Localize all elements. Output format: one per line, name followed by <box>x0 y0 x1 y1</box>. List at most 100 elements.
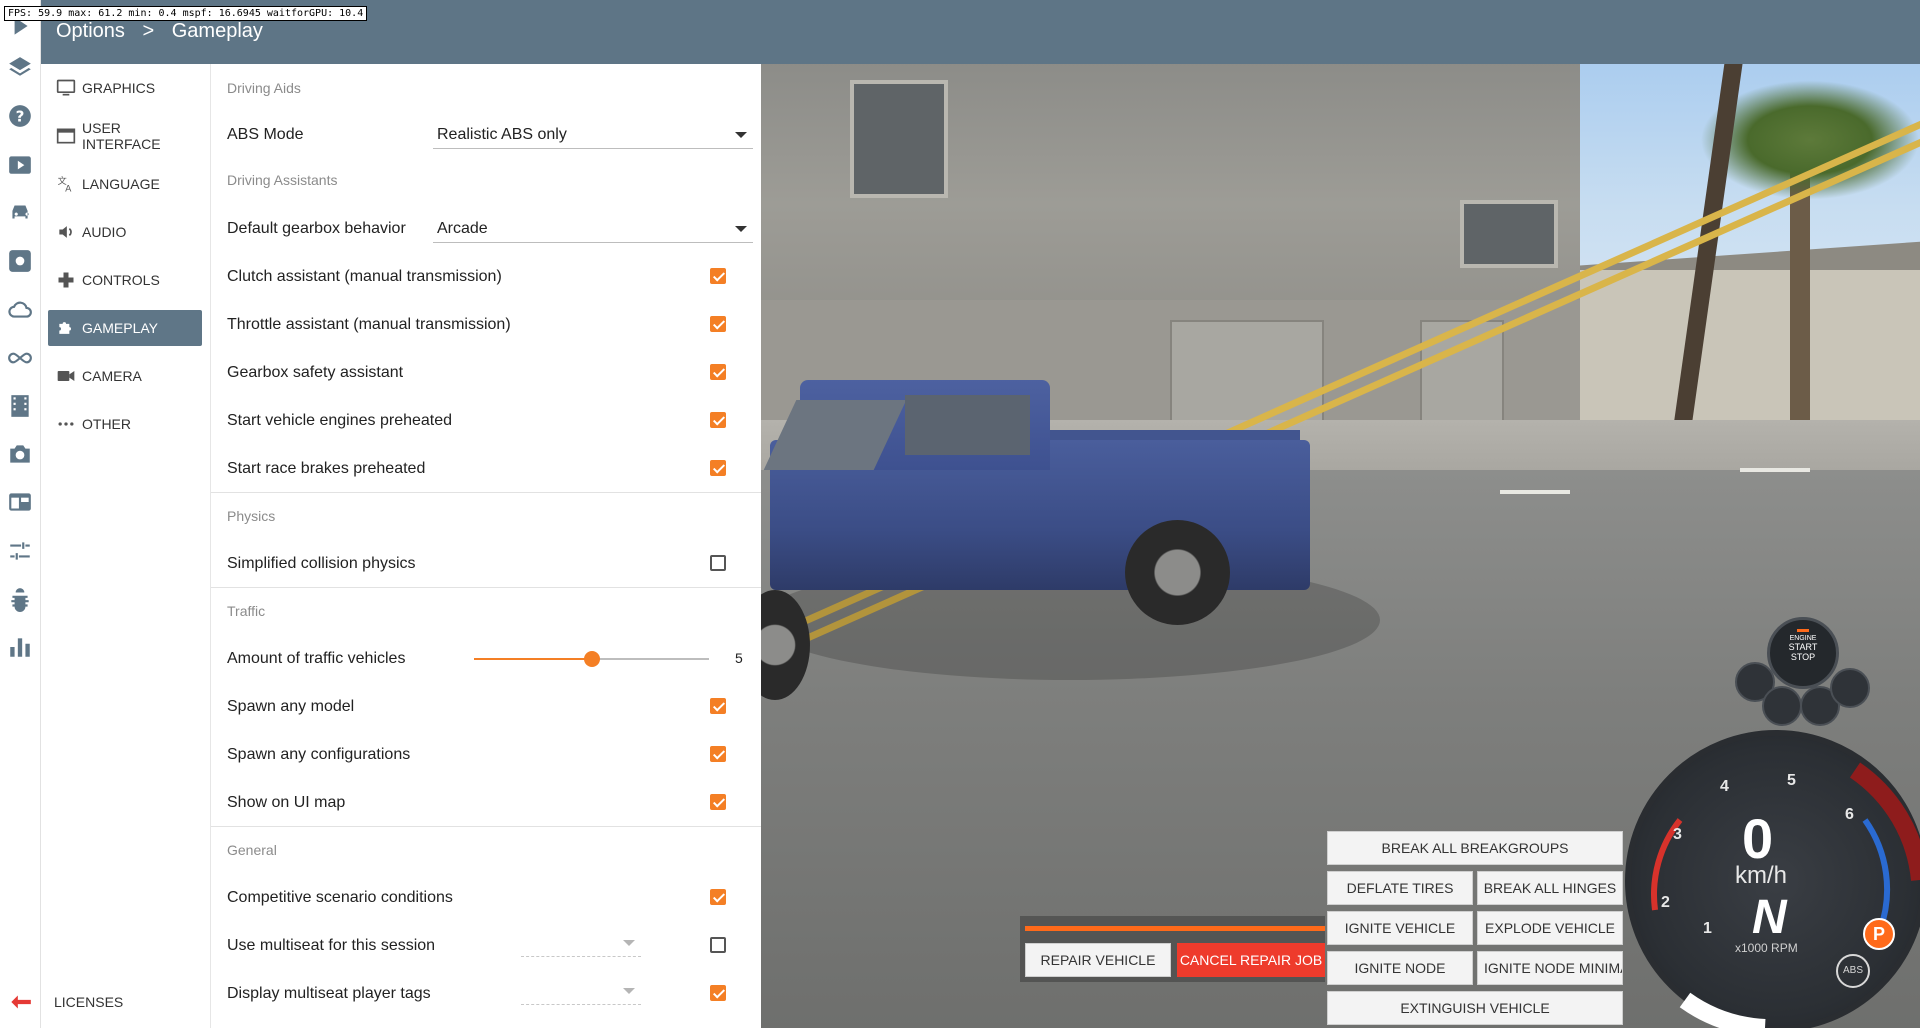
spawn-any-model-label: Spawn any model <box>227 698 355 715</box>
ignite-node-minimal-button[interactable]: IGNITE NODE MINIMA <box>1477 951 1623 985</box>
vehicle-config-icon[interactable] <box>6 247 34 275</box>
speed-unit: km/h <box>1735 862 1788 889</box>
rpm-tick: 1 <box>1703 920 1712 937</box>
brakes-preheated-label: Start race brakes preheated <box>227 460 426 477</box>
throttle-checkbox[interactable] <box>710 316 726 332</box>
puzzle-icon <box>56 318 76 338</box>
clutch-checkbox[interactable] <box>710 268 726 284</box>
engine-start-stop-button[interactable]: ENGINE START STOP <box>1767 617 1839 689</box>
ignite-vehicle-button[interactable]: IGNITE VEHICLE <box>1327 911 1473 945</box>
deflate-tires-button[interactable]: DEFLATE TIRES <box>1327 871 1473 905</box>
gearbox-value: Arcade <box>437 220 488 237</box>
gearbox-safety-label: Gearbox safety assistant <box>227 364 404 381</box>
gear-indicator: N <box>1752 891 1787 944</box>
truck-side-window <box>905 395 1030 455</box>
gearbox-select[interactable]: Arcade <box>433 216 753 243</box>
player-tags-checkbox[interactable] <box>710 985 726 1001</box>
cloud-icon[interactable] <box>6 295 34 323</box>
slider-thumb[interactable] <box>583 651 600 667</box>
competitive-label: Competitive scenario conditions <box>227 889 453 906</box>
layers-icon[interactable] <box>6 54 34 82</box>
svg-text:?: ? <box>16 107 25 125</box>
spawn-any-config-checkbox[interactable] <box>710 746 726 762</box>
slider-fill <box>474 658 592 660</box>
building-window <box>1460 200 1558 268</box>
truck-rear-wheel <box>1125 520 1230 625</box>
section-heading: Driving Assistants <box>227 172 338 188</box>
infinity-icon[interactable] <box>6 344 34 372</box>
breadcrumb-root[interactable]: Options <box>56 20 125 42</box>
simplified-physics-checkbox[interactable] <box>710 555 726 571</box>
breadcrumb-current: Gameplay <box>171 20 263 42</box>
camera-icon[interactable] <box>6 440 34 468</box>
rpm-tick: 3 <box>1673 826 1682 843</box>
nav-item-other[interactable]: OTHER <box>48 406 202 442</box>
chart-icon[interactable] <box>6 633 34 661</box>
brakes-preheated-checkbox[interactable] <box>710 460 726 476</box>
main-menu-rail: ? <box>0 0 41 1028</box>
traffic-amount-label: Amount of traffic vehicles <box>227 650 406 667</box>
building-window <box>850 80 948 198</box>
gearbox-label: Default gearbox behavior <box>227 220 406 237</box>
nav-item-language[interactable]: 文A LANGUAGE <box>48 166 202 202</box>
nav-item-audio[interactable]: AUDIO <box>48 214 202 250</box>
tune-icon[interactable] <box>6 537 34 565</box>
break-all-hinges-button[interactable]: BREAK ALL HINGES <box>1477 871 1623 905</box>
section-heading: Physics <box>227 508 276 524</box>
abs-mode-value: Realistic ABS only <box>437 126 567 143</box>
nav-item-camera[interactable]: CAMERA <box>48 358 202 394</box>
break-all-breakgroups-button[interactable]: BREAK ALL BREAKGROUPS <box>1327 831 1623 865</box>
competitive-checkbox[interactable] <box>710 889 726 905</box>
window-icon <box>56 126 76 146</box>
gameplay-settings-panel: Driving Aids ABS Mode Realistic ABS only… <box>211 64 761 1028</box>
scenario-icon[interactable] <box>6 150 34 178</box>
gamepad-icon <box>56 270 76 290</box>
clutch-label: Clutch assistant (manual transmission) <box>227 268 502 285</box>
nav-item-label: CAMERA <box>82 368 142 384</box>
handbrake-h-icon[interactable] <box>1830 668 1870 708</box>
traffic-amount-value: 5 <box>735 650 743 666</box>
ui-apps-icon[interactable] <box>6 488 34 516</box>
more-dots-icon <box>56 414 76 434</box>
videocam-icon <box>56 366 76 386</box>
engine-label: ENGINE <box>1789 635 1817 642</box>
nav-item-label: CONTROLS <box>82 272 160 288</box>
nav-item-label: OTHER <box>82 416 131 432</box>
lane-marking <box>1740 468 1810 472</box>
section-heading: Traffic <box>227 603 266 619</box>
player-tags-select <box>521 978 641 1005</box>
multiseat-label: Use multiseat for this session <box>227 937 436 954</box>
traffic-amount-slider[interactable] <box>474 651 709 667</box>
show-on-map-label: Show on UI map <box>227 794 346 811</box>
start-label: START <box>1788 642 1818 652</box>
wheel-icon[interactable] <box>1762 686 1802 726</box>
stop-label: STOP <box>1790 652 1816 662</box>
nav-item-gameplay[interactable]: GAMEPLAY <box>48 310 202 346</box>
ignite-node-button[interactable]: IGNITE NODE <box>1327 951 1473 985</box>
spawn-any-model-checkbox[interactable] <box>710 698 726 714</box>
engines-preheated-checkbox[interactable] <box>710 412 726 428</box>
parking-brake-indicator: P <box>1863 918 1895 950</box>
repair-vehicle-button[interactable]: REPAIR VEHICLE <box>1025 943 1171 977</box>
bug-icon[interactable] <box>6 585 34 613</box>
player-tags-label: Display multiseat player tags <box>227 985 431 1002</box>
nav-item-user-interface[interactable]: USER INTERFACE <box>48 118 202 154</box>
gearbox-safety-checkbox[interactable] <box>710 364 726 380</box>
multiseat-checkbox[interactable] <box>710 937 726 953</box>
film-icon[interactable] <box>6 392 34 420</box>
cancel-repair-button[interactable]: CANCEL REPAIR JOB <box>1177 943 1325 977</box>
car-icon[interactable] <box>6 198 34 226</box>
licenses-link[interactable]: LICENSES <box>54 994 123 1010</box>
explode-vehicle-button[interactable]: EXPLODE VEHICLE <box>1477 911 1623 945</box>
nav-item-controls[interactable]: CONTROLS <box>48 262 202 298</box>
section-heading: Driving Aids <box>227 80 301 96</box>
show-on-map-checkbox[interactable] <box>710 794 726 810</box>
extinguish-vehicle-button[interactable]: EXTINGUISH VEHICLE <box>1327 991 1623 1025</box>
back-arrow-icon[interactable] <box>6 988 34 1016</box>
nav-item-label: AUDIO <box>82 224 127 240</box>
abs-indicator: ABS <box>1836 954 1870 988</box>
help-icon[interactable]: ? <box>6 102 34 130</box>
nav-item-graphics[interactable]: GRAPHICS <box>48 70 202 106</box>
abs-mode-select[interactable]: Realistic ABS only <box>433 122 753 149</box>
translate-icon: 文A <box>56 174 76 194</box>
